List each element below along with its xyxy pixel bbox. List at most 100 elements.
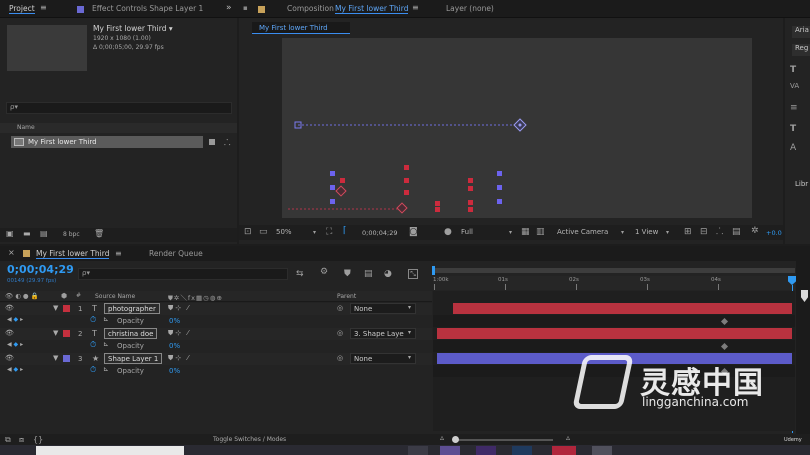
motion-blur-icon[interactable]: ◕ [384, 270, 392, 279]
taskbar-app-icon[interactable] [476, 446, 496, 455]
mask-vertex-handle[interactable] [497, 171, 502, 176]
tab-render-queue[interactable]: Render Queue [149, 249, 203, 258]
timeline-timecode[interactable]: 0;00;04;29 [7, 263, 74, 276]
transparency-grid-icon[interactable]: ▦ [521, 228, 530, 237]
layer-name[interactable]: christina doe [104, 328, 158, 339]
tab-composition-prefix[interactable]: Composition [287, 4, 334, 13]
flowchart-icon[interactable]: ⸫ [716, 228, 723, 237]
keyframe-nav-icon[interactable]: ◀ ◆ ▸ [7, 366, 23, 373]
chevron-down-icon[interactable]: ▾ [408, 304, 411, 311]
mask-vertex-handle[interactable] [330, 199, 335, 204]
tab-project[interactable]: Project [9, 4, 35, 14]
taskbar-app-icon[interactable] [512, 446, 532, 455]
layer-bar-1[interactable] [453, 303, 792, 314]
twirl-down-icon[interactable]: ▼ [53, 329, 58, 337]
taskbar-app-icon[interactable] [592, 446, 612, 455]
comp-breadcrumb-label[interactable]: My First lower Third [259, 24, 328, 32]
chevron-down-icon[interactable]: ▾ [408, 329, 411, 336]
exposure-icon[interactable]: ✲ [751, 227, 759, 236]
text-vertex-handle[interactable] [340, 178, 345, 183]
layer-row[interactable]: 👁 ▼ 1 Tphotographer ⛊⊹ ⁄ ◎ None ▾ [0, 303, 432, 315]
keyframe-nav-icon[interactable]: ◀ ◆ ▸ [7, 316, 23, 323]
parent-pickwhip-icon[interactable]: ◎ [337, 304, 343, 312]
stopwatch-icon[interactable]: ⏱ [90, 340, 96, 350]
text-vertex-handle[interactable] [435, 201, 440, 206]
camera-dropdown[interactable]: Active Camera [557, 228, 608, 236]
toggle-pixel-icon[interactable]: ⊞ [684, 228, 692, 237]
chevron-down-icon[interactable]: ▾ [408, 354, 411, 361]
fast-preview-icon[interactable]: ▤ [732, 228, 741, 237]
text-vertex-handle[interactable] [404, 165, 409, 170]
new-comp-icon[interactable]: ▤ [40, 229, 48, 238]
camera-icon[interactable]: ◙ [409, 228, 418, 237]
stroke-icon[interactable]: ≡ [790, 104, 798, 113]
stopwatch-icon[interactable]: ⏱ [90, 365, 96, 375]
parent-dropdown[interactable]: None [350, 353, 416, 364]
vertical-scale-icon[interactable]: T [790, 125, 796, 134]
parent-dropdown[interactable]: 3. Shape Laye [350, 328, 416, 339]
chevron-down-icon[interactable]: ▾ [313, 228, 316, 237]
layer-name[interactable]: Shape Layer 1 [104, 353, 163, 364]
taskbar-app-icon[interactable] [408, 446, 428, 455]
layer-switch-icons[interactable]: ⛊⊹ ⁄ [168, 304, 191, 313]
timeline-close-icon[interactable]: × [8, 248, 15, 257]
text-vertex-handle[interactable] [468, 178, 473, 183]
chevron-down-icon[interactable]: ▾ [621, 228, 624, 237]
tab-timeline-comp[interactable]: My First lower Third [36, 249, 110, 259]
tab-effect-controls[interactable]: Effect Controls Shape Layer 1 [92, 4, 203, 13]
font-family-field[interactable]: Aria [792, 26, 810, 38]
timeline-link-icon[interactable]: ⊟ [700, 228, 708, 237]
mask-vertex-handle[interactable] [497, 199, 502, 204]
work-area-bar[interactable] [433, 268, 795, 273]
comp-timecode[interactable]: 0;00;04;29 [362, 229, 398, 237]
trash-icon[interactable]: 🗑 [94, 229, 104, 238]
mask-vertex-handle[interactable] [330, 171, 335, 176]
graph-icon[interactable]: ⊾ [103, 365, 109, 373]
property-row[interactable]: ◀ ◆ ▸ ⏱ ⊾ Opacity 0% [0, 340, 432, 352]
layer-label-swatch[interactable] [63, 305, 70, 312]
property-value[interactable]: 0% [169, 342, 180, 350]
time-ruler[interactable] [433, 276, 795, 290]
flowchart-icon[interactable]: ⸫ [224, 137, 231, 148]
layer-row[interactable]: 👁 ▼ 3 ★ Shape Layer 1 ⛊⊹ ⁄ ◎ None ▾ [0, 353, 432, 365]
zoom-out-icon[interactable]: ▵ [440, 433, 444, 442]
kerning-icon[interactable]: VA [790, 82, 799, 91]
comp-mini-flowchart-icon[interactable]: ⇆ [296, 270, 304, 279]
taskbar-app-icon[interactable] [552, 446, 576, 455]
zoom-dropdown[interactable]: 50% [276, 228, 292, 236]
comp-flow-icon[interactable]: ⧉ [5, 435, 11, 444]
text-vertex-handle[interactable] [468, 207, 473, 212]
comp-name[interactable]: My First lower Third ▾ [93, 24, 173, 33]
mask-vertex-handle[interactable] [497, 185, 502, 190]
interpret-footage-icon[interactable]: ▣ [6, 229, 14, 238]
eye-icon[interactable]: 👁 [5, 354, 14, 362]
composition-tab-menu-icon[interactable]: ≡ [412, 3, 419, 12]
stopwatch-icon[interactable]: ⏱ [90, 315, 96, 325]
timeline-tab-menu-icon[interactable]: ≡ [115, 249, 122, 258]
name-column-header[interactable]: Name [17, 124, 35, 131]
grid-icon[interactable]: ▥ [536, 228, 545, 237]
font-size-icon[interactable]: T [790, 66, 796, 75]
layer-row[interactable]: 👁 ▼ 2 Tchristina doe ⛊⊹ ⁄ ◎ 3. Shape Laye ▾ [0, 328, 432, 340]
project-search-input[interactable] [6, 102, 232, 114]
color-icon[interactable]: ● [444, 228, 452, 237]
property-row[interactable]: ◀ ◆ ▸ ⏱ ⊾ Opacity 0% [0, 365, 432, 377]
text-vertex-handle[interactable] [404, 190, 409, 195]
new-folder-icon[interactable]: ▬ [23, 229, 31, 238]
zoom-slider-thumb[interactable] [452, 436, 459, 443]
text-vertex-handle[interactable] [404, 178, 409, 183]
fit-icon[interactable]: ⛶ [326, 228, 332, 237]
twirl-down-icon[interactable]: ▼ [53, 304, 58, 312]
taskbar-app-icon[interactable] [440, 446, 460, 455]
frame-blending-icon[interactable]: ▤ [364, 270, 373, 279]
shy-layers-icon[interactable]: ⛊ [344, 270, 351, 279]
parent-header[interactable]: Parent [337, 293, 356, 300]
taskbar-search-box[interactable] [36, 446, 184, 455]
property-row[interactable]: ◀ ◆ ▸ ⏱ ⊾ Opacity 0% [0, 315, 432, 327]
text-vertex-handle[interactable] [435, 207, 440, 212]
graph-editor-icon[interactable]: ⤡ [408, 269, 418, 279]
timeline-search-input[interactable] [78, 268, 288, 280]
parent-pickwhip-icon[interactable]: ◎ [337, 354, 343, 362]
project-tab-menu-icon[interactable]: ≡ [40, 3, 47, 12]
chevron-down-icon[interactable]: ▾ [666, 228, 669, 237]
